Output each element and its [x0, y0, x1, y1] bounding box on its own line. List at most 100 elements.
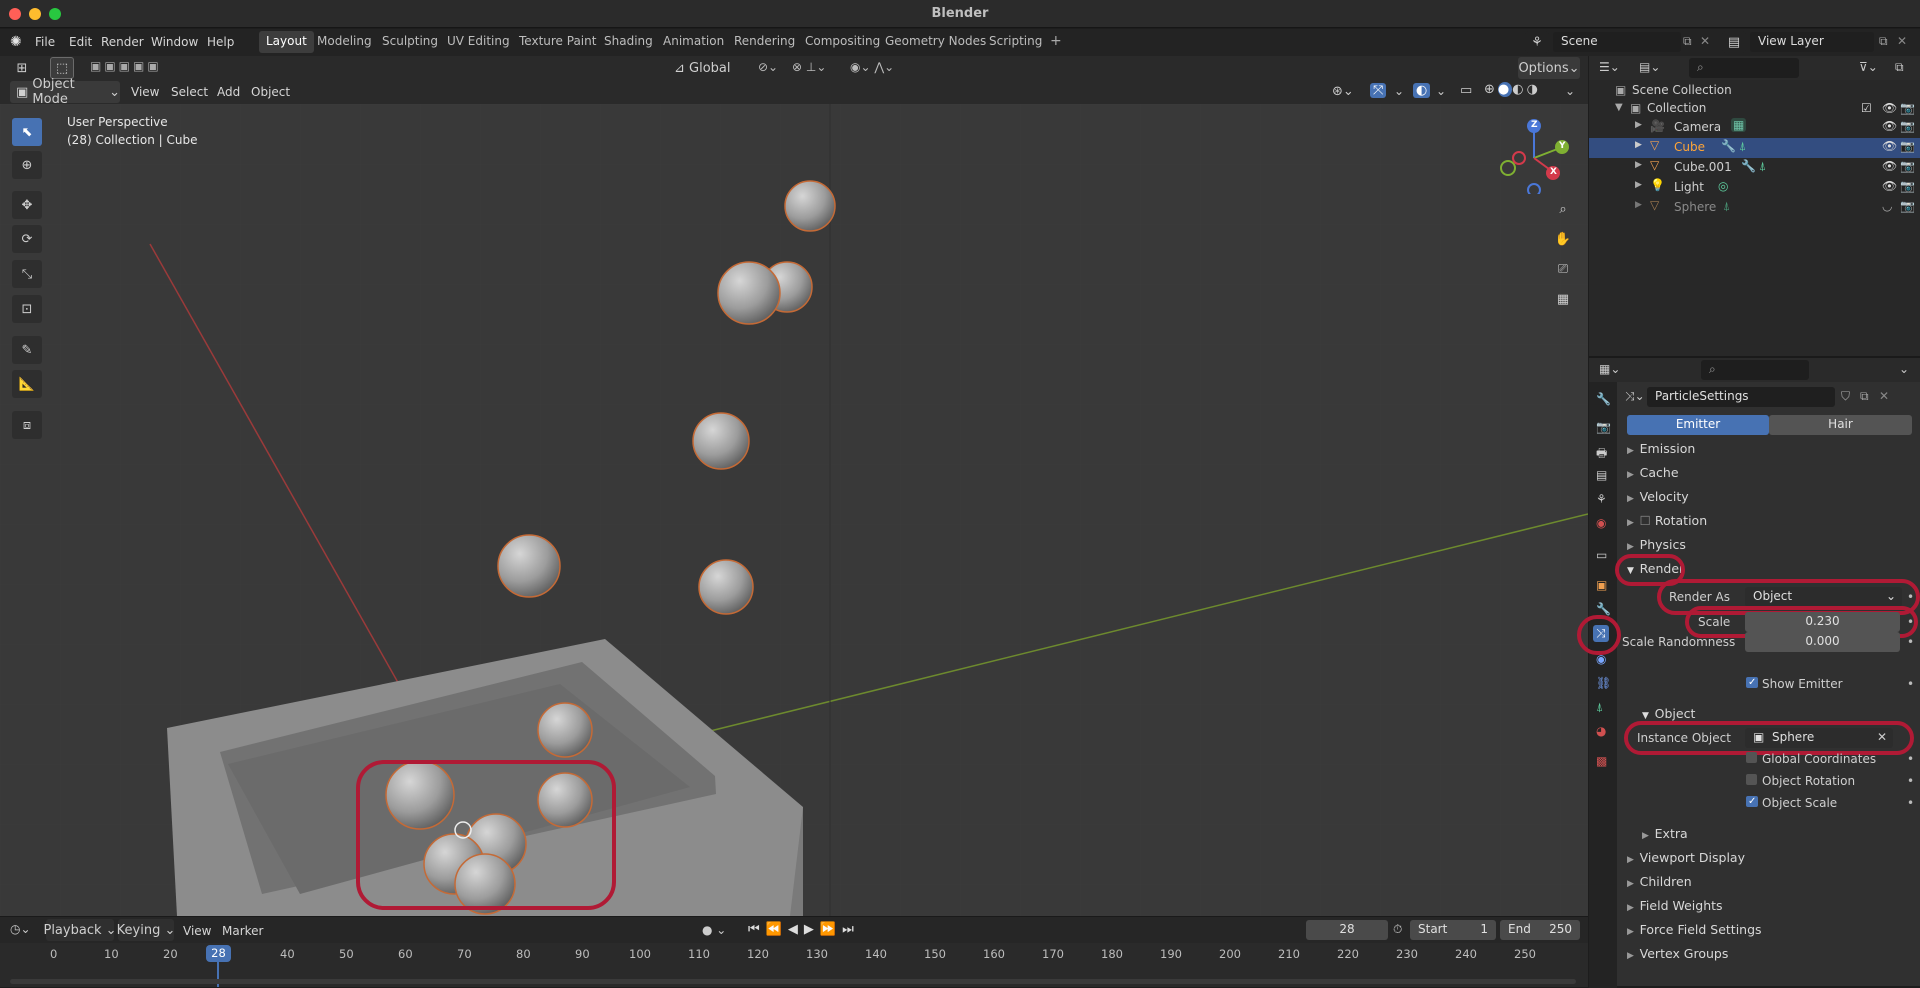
gizmo-neg-x-icon[interactable]: [1512, 151, 1526, 165]
record-icon[interactable]: ● ⌄: [702, 923, 726, 937]
viewport-menu-view[interactable]: View: [131, 85, 159, 99]
playback-controls-icons[interactable]: ⏮⏪◀▶⏩⏭: [748, 922, 860, 937]
global-coordinates-checkbox[interactable]: [1746, 752, 1758, 763]
panel-velocity[interactable]: ▶ Velocity: [1627, 489, 1689, 504]
rotation-checkbox-icon[interactable]: ☐: [1640, 513, 1655, 528]
outliner-editor-icon[interactable]: ☰⌄: [1599, 60, 1620, 74]
scene-field[interactable]: Scene: [1553, 32, 1681, 52]
collection-tab-icon[interactable]: ▭: [1596, 548, 1607, 562]
data-tab-icon[interactable]: ⍋: [1596, 700, 1603, 715]
texture-tab-icon[interactable]: ▩: [1596, 754, 1607, 768]
rotate-tool-icon[interactable]: ⟳: [12, 225, 42, 253]
visibility-icon[interactable]: 👁: [1882, 159, 1897, 173]
material-tab-icon[interactable]: ◕: [1596, 724, 1606, 738]
tab-texture-paint[interactable]: Texture Paint: [512, 31, 603, 53]
menu-help[interactable]: Help: [207, 35, 234, 49]
filter-icon[interactable]: ⊽⌄: [1859, 60, 1878, 74]
expand-icon[interactable]: ▶: [1635, 200, 1642, 210]
options-button[interactable]: Options ⌄: [1518, 57, 1580, 79]
snap-icon[interactable]: ⊗ ⊥⌄: [792, 60, 826, 74]
panel-emission[interactable]: ▶ Emission: [1627, 441, 1695, 456]
keyframe-dot-icon[interactable]: •: [1907, 796, 1914, 810]
blender-logo-icon[interactable]: ✺: [10, 34, 22, 50]
object-scale-checkbox[interactable]: ✓: [1746, 796, 1759, 807]
unlink-close-icon[interactable]: ✕: [1879, 389, 1889, 403]
scale-tool-icon[interactable]: ⤡: [12, 260, 42, 288]
output-tab-icon[interactable]: 🖶: [1596, 444, 1607, 465]
scale-randomness-field[interactable]: 0.000: [1745, 632, 1900, 652]
visibility-icon[interactable]: 👁: [1882, 179, 1897, 193]
proportional-editing-icon[interactable]: ◉⌄ ⋀⌄: [850, 60, 894, 74]
panel-field-weights[interactable]: ▶ Field Weights: [1627, 898, 1723, 913]
viewport-menu-object[interactable]: Object: [251, 85, 290, 99]
measure-tool-icon[interactable]: 📐: [12, 370, 42, 398]
keying-menu[interactable]: Keying ⌄: [117, 919, 175, 941]
shading-mode-icons[interactable]: ⊕●◐◑: [1484, 82, 1541, 97]
emitter-tab[interactable]: Emitter: [1627, 415, 1769, 435]
tab-scripting[interactable]: Scripting: [982, 31, 1049, 53]
tab-layout[interactable]: Layout: [259, 31, 314, 53]
pan-hand-icon[interactable]: ✋: [1551, 228, 1575, 250]
menu-render[interactable]: Render: [101, 35, 144, 49]
visibility-icon[interactable]: 👁: [1882, 119, 1897, 133]
subpanel-object[interactable]: ▼ Object: [1642, 706, 1695, 721]
expand-icon[interactable]: ▶: [1635, 180, 1642, 190]
view-layer-field[interactable]: View Layer: [1750, 32, 1874, 52]
move-tool-icon[interactable]: ✥: [12, 191, 42, 219]
render-icon[interactable]: 📷: [1900, 179, 1915, 193]
scene-close-icon[interactable]: ✕: [1700, 34, 1710, 48]
keyframe-dot-icon[interactable]: •: [1907, 752, 1914, 766]
panel-physics[interactable]: ▶ Physics: [1627, 537, 1686, 552]
collection-expand-icon[interactable]: ▼: [1615, 102, 1623, 113]
editor-type-icon[interactable]: ⊞: [10, 57, 34, 79]
scene-tab-icon[interactable]: ⚘: [1596, 492, 1607, 506]
transform-orientation-dropdown[interactable]: ⊿ Global: [668, 57, 748, 79]
collection-render-icon[interactable]: 📷: [1900, 101, 1915, 115]
scene-icon[interactable]: ⚘: [1525, 31, 1549, 53]
mode-dropdown[interactable]: ▣ Object Mode ⌄: [10, 77, 120, 107]
visibility-icon[interactable]: 👁: [1882, 139, 1897, 153]
ortho-grid-icon[interactable]: ▦: [1551, 288, 1575, 310]
render-icon[interactable]: 📷: [1900, 139, 1915, 153]
render-icon[interactable]: 📷: [1900, 159, 1915, 173]
duplicate-icon[interactable]: ⧉: [1860, 389, 1869, 404]
current-frame-field[interactable]: 28: [1306, 920, 1388, 940]
gizmo-neg-z-icon[interactable]: [1527, 183, 1541, 194]
playhead-frame-badge[interactable]: 28: [206, 945, 231, 962]
keyframe-dot-icon[interactable]: •: [1907, 774, 1914, 788]
modifier-tab-icon[interactable]: 🔧: [1596, 602, 1611, 616]
shading-dropdown-icon[interactable]: ⌄: [1565, 84, 1575, 98]
collection-checkbox-icon[interactable]: ☑: [1861, 101, 1872, 115]
expand-icon[interactable]: ▶: [1635, 140, 1642, 150]
viewport-menu-select[interactable]: Select: [171, 85, 208, 99]
particle-settings-field[interactable]: ParticleSettings: [1647, 387, 1835, 407]
gizmo-toggle-icon[interactable]: ⤧: [1370, 83, 1387, 98]
view-layer-copy-icon[interactable]: ⧉: [1879, 34, 1888, 49]
transform-tool-icon[interactable]: ⊡: [12, 295, 42, 323]
gizmo-dropdown-icon[interactable]: ⌄: [1394, 84, 1404, 98]
tab-uv-editing[interactable]: UV Editing: [440, 31, 517, 53]
fake-user-shield-icon[interactable]: ⛉: [1841, 389, 1850, 404]
start-frame-field[interactable]: Start 1: [1410, 920, 1496, 940]
expand-icon[interactable]: ▶: [1635, 160, 1642, 170]
tab-geometry-nodes[interactable]: Geometry Nodes: [878, 31, 993, 53]
collection-label[interactable]: Collection: [1647, 101, 1706, 115]
panel-vertex-groups[interactable]: ▶ Vertex Groups: [1627, 946, 1728, 961]
add-workspace-icon[interactable]: +: [1050, 33, 1062, 49]
scene-collection-label[interactable]: Scene Collection: [1632, 83, 1732, 97]
tab-sculpting[interactable]: Sculpting: [375, 31, 445, 53]
view-layer-tab-icon[interactable]: ▤: [1596, 468, 1607, 482]
tab-compositing[interactable]: Compositing: [798, 31, 887, 53]
end-frame-field[interactable]: End 250: [1500, 920, 1580, 940]
select-tool-icon[interactable]: ⬉: [12, 118, 42, 146]
subpanel-extra[interactable]: ▶ Extra: [1642, 826, 1688, 841]
timeline-editor-icon[interactable]: ◷⌄: [10, 922, 31, 936]
particle-settings-icon[interactable]: ⤨⌄: [1625, 389, 1645, 404]
hidden-icon[interactable]: ◡: [1882, 199, 1892, 213]
overlays-icon[interactable]: ◐: [1413, 83, 1431, 98]
visibility-icon[interactable]: ⊛⌄: [1332, 84, 1354, 99]
properties-search-input[interactable]: ⌕: [1701, 360, 1809, 380]
outliner-row-sphere[interactable]: ▶ ▽ Sphere ⍋ ◡ 📷: [1589, 198, 1920, 218]
display-mode-icon[interactable]: ▤⌄: [1639, 60, 1660, 74]
xray-icon[interactable]: ▭: [1460, 83, 1472, 98]
